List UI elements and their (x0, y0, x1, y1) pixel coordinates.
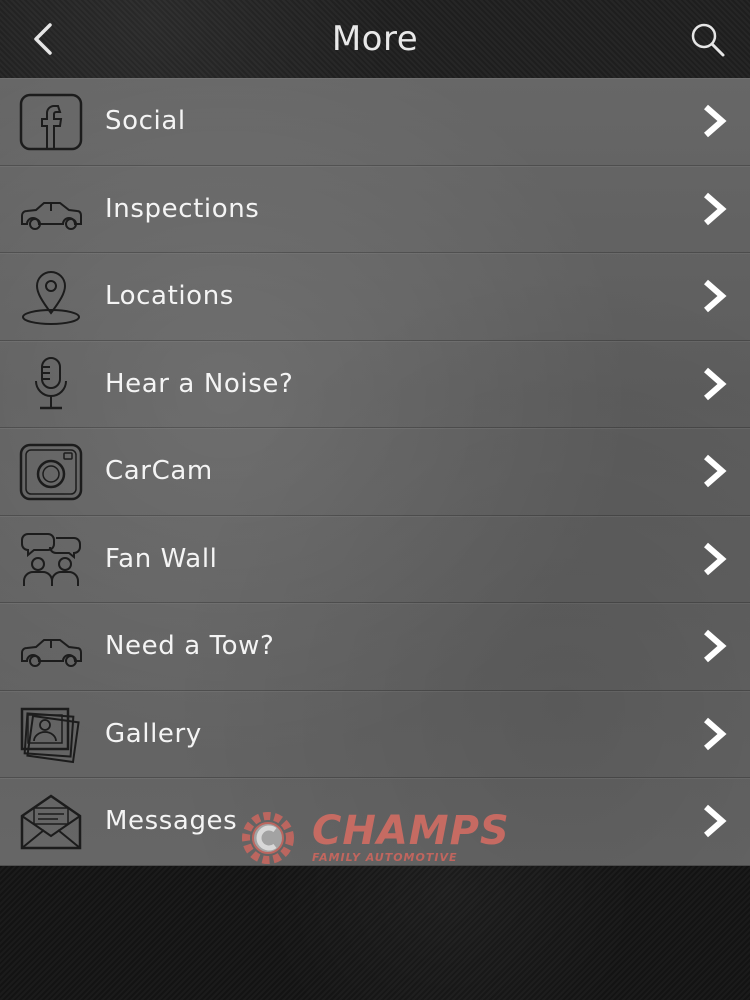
facebook-icon (19, 93, 83, 151)
camera-icon (19, 443, 83, 501)
menu-item-need-a-tow[interactable]: Need a Tow? (0, 603, 750, 691)
menu-item-inspections[interactable]: Inspections (0, 166, 750, 253)
menu-item-label: CarCam (105, 456, 213, 487)
chevron-right-icon (704, 367, 727, 401)
footer-background (0, 866, 750, 1000)
menu-item-fan-wall[interactable]: Fan Wall (0, 516, 750, 603)
menu-item-label: Fan Wall (105, 543, 218, 574)
chevron-right-icon (704, 279, 727, 313)
chevron-right-icon (704, 804, 727, 838)
photos-icon (20, 707, 80, 763)
microphone-icon (35, 356, 67, 409)
brand-tagline: FAMILY AUTOMOTIVE (312, 851, 458, 864)
menu-item-locations[interactable]: Locations (0, 253, 750, 341)
menu-item-label: Gallery (105, 718, 202, 749)
menu-item-label: Need a Tow? (105, 631, 275, 662)
chevron-right-icon (704, 717, 727, 751)
menu-item-label: Hear a Noise? (105, 368, 294, 399)
car-icon (21, 201, 82, 230)
page-title: More (331, 19, 419, 59)
menu-list: Social Inspections Locations Hear a Nois… (0, 78, 750, 866)
chevron-right-icon (704, 542, 727, 576)
people-chat-icon (21, 532, 81, 586)
menu-item-hear-a-noise[interactable]: Hear a Noise? (0, 341, 750, 428)
car-icon (21, 639, 82, 667)
menu-item-carcam[interactable]: CarCam (0, 428, 750, 516)
envelope-icon (20, 794, 82, 850)
map-pin-icon (22, 271, 80, 325)
search-icon[interactable] (688, 20, 728, 60)
brand-name: CHAMPS (312, 808, 510, 854)
menu-item-social[interactable]: Social (0, 78, 750, 166)
chevron-right-icon (704, 104, 727, 138)
menu-item-label: Inspections (105, 193, 260, 224)
chevron-right-icon (704, 192, 727, 226)
chevron-right-icon (704, 629, 727, 663)
menu-item-label: Messages (105, 806, 238, 837)
chevron-right-icon (704, 454, 727, 488)
app-header: More (0, 0, 750, 78)
menu-item-gallery[interactable]: Gallery (0, 691, 750, 778)
menu-item-label: Social (105, 106, 186, 137)
menu-item-label: Locations (105, 281, 234, 312)
back-chevron-icon[interactable] (24, 19, 64, 59)
